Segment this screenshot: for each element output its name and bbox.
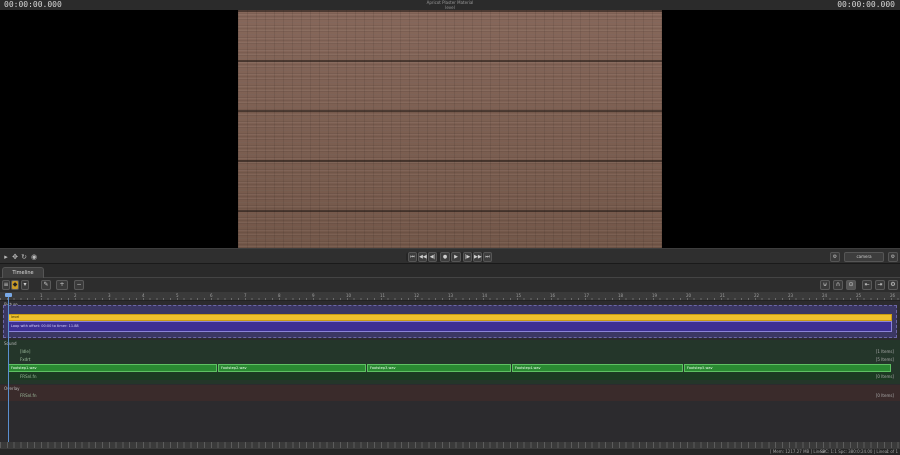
ruler-tick-label: 12 (414, 293, 420, 298)
row-name: FRSnl.fn (20, 393, 37, 398)
ruler-tick-label: 26 (890, 293, 896, 298)
ruler-tick-label: 17 (584, 293, 590, 298)
ruler-tick-label: 6 (210, 293, 213, 298)
settings-icon[interactable]: ⚙ (830, 252, 840, 262)
ruler-tick-label: 13 (448, 293, 454, 298)
ruler-tick-label: 25 (856, 293, 862, 298)
ruler-tick-label: 5 (176, 293, 179, 298)
ruler-tick-label: 22 (754, 293, 760, 298)
step-forward-button[interactable]: |▶ (463, 252, 472, 262)
ruler-tick-label: 23 (788, 293, 794, 298)
ruler-tick-label: 4 (142, 293, 145, 298)
brick-texture-preview (238, 10, 662, 248)
gear-icon[interactable]: ⚙ (888, 252, 898, 262)
group-label-sound: Sound (4, 341, 17, 346)
dropdown-icon[interactable]: ▾ (21, 280, 29, 290)
ruler-tick-label: 7 (244, 293, 247, 298)
transport-bar: ▸ ✥ ↻ ◉ ⏮ ◀◀ ◀| ● ▶ |▶ ▶▶ ⏭ ⚙ camera ⚙ (0, 248, 900, 264)
viewer[interactable] (0, 10, 900, 248)
go-to-start-button[interactable]: ⏮ (408, 252, 417, 262)
camera-dropdown[interactable]: camera (844, 252, 884, 262)
split-icon[interactable]: + (56, 280, 68, 290)
tab-timeline[interactable]: Timeline (2, 267, 44, 278)
minus-icon[interactable]: − (74, 280, 84, 290)
timecode-left: 00:00:00.000 (4, 0, 62, 9)
sound-clip[interactable]: Footstep1.wav (8, 364, 217, 372)
fast-forward-button[interactable]: ▶▶ (473, 252, 482, 262)
row-count: [5 Items] (875, 357, 894, 362)
add-keyframe-icon[interactable]: ◆ (11, 280, 19, 290)
playhead[interactable] (8, 293, 9, 445)
row-name: FRSnl.fn (20, 374, 37, 379)
record-tool-icon[interactable]: ◉ (30, 253, 38, 261)
sound-clip[interactable]: Footstep2.wav (218, 364, 366, 372)
play-button[interactable]: ▶ (451, 252, 461, 262)
sound-row-idle[interactable]: [Idle] [1 Items] (8, 348, 894, 355)
align-left-icon[interactable]: ⇤ (862, 280, 872, 290)
row-count: [0 Items] (875, 393, 894, 398)
ruler-tick-label: 3 (108, 293, 111, 298)
go-to-end-button[interactable]: ⏭ (483, 252, 492, 262)
rotate-tool-icon[interactable]: ↻ (20, 253, 28, 261)
status-bar: [ Mem: 1217.27 MB ] Linear SRC: 1:1 Spc:… (0, 448, 900, 455)
sound-clip[interactable]: Footstep3.wav (367, 364, 511, 372)
window-title: Apricot Plaster Material level (350, 0, 550, 10)
ruler-tick-label: 18 (618, 293, 624, 298)
options-icon[interactable]: ⚙ (888, 280, 898, 290)
ruler-tick-label: 9 (312, 293, 315, 298)
ruler-tick-label: 1 (40, 293, 43, 298)
sound-row-fxdrt[interactable]: Fxdrt [5 Items] (8, 356, 894, 363)
list-view-icon[interactable]: ≡ (2, 280, 10, 290)
rewind-button[interactable]: ◀◀ (418, 252, 427, 262)
ruler-tick-label: 2 (74, 293, 77, 298)
row-count: [1 Items] (875, 349, 894, 354)
ruler-tick-label: 21 (720, 293, 726, 298)
ruler-tick-label: 8 (278, 293, 281, 298)
align-right-icon[interactable]: ⇥ (875, 280, 885, 290)
wand-icon[interactable]: ✎ (41, 280, 51, 290)
ruler-tick-label: 11 (380, 293, 386, 298)
magnet-icon[interactable]: ∩ (833, 280, 843, 290)
ruler-tick-label: 16 (550, 293, 556, 298)
timeline-tabs: Timeline (0, 264, 900, 278)
timecode-right: 00:00:00.000 (837, 0, 895, 9)
stop-button[interactable]: ● (440, 252, 450, 262)
snap-icon[interactable]: ⊍ (820, 280, 830, 290)
step-back-button[interactable]: ◀| (428, 252, 437, 262)
sound-clip[interactable]: Footstep5.wav (684, 364, 891, 372)
status-page: 1 of 1 (886, 449, 899, 454)
row-name: [Idle] (20, 349, 31, 354)
top-bar: 00:00:00.000 Apricot Plaster Material le… (0, 0, 900, 10)
sound-clip[interactable]: Footstep4.wav (512, 364, 683, 372)
ruler-tick-label: 10 (346, 293, 352, 298)
ruler-tick-label: 15 (516, 293, 522, 298)
playhead-handle[interactable] (5, 293, 12, 297)
select-tool-icon[interactable]: ▸ (2, 253, 10, 261)
lock-icon[interactable]: ⊙ (846, 280, 856, 290)
ruler-tick-label: 20 (686, 293, 692, 298)
level-clip[interactable]: level (8, 314, 892, 321)
move-tool-icon[interactable]: ✥ (11, 253, 19, 261)
ruler-tick-label: 14 (482, 293, 488, 298)
ruler-tick-label: 19 (652, 293, 658, 298)
loop-clip[interactable]: Loop with offset: 00:00 to timer: 11.88 (8, 321, 892, 332)
group-label-overlay: Overlay (4, 386, 20, 391)
sound-row-sub[interactable]: FRSnl.fn [0 Items] (8, 373, 894, 380)
status-memory: [ Mem: 1217.27 MB ] Linear (770, 449, 826, 454)
ruler-tick-label: 24 (822, 293, 828, 298)
overlay-row[interactable]: FRSnl.fn [0 Items] (8, 392, 894, 399)
status-source: SRC: 1:1 Spc: 380:0:24.00 | Linear (820, 449, 889, 454)
row-count: [0 Items] (875, 374, 894, 379)
row-name: Fxdrt (20, 357, 31, 362)
timeline-toolbar: ≡ ◆ ▾ ✎ + − ⊍ ∩ ⊙ ⇤ ⇥ ⚙ (0, 278, 900, 292)
